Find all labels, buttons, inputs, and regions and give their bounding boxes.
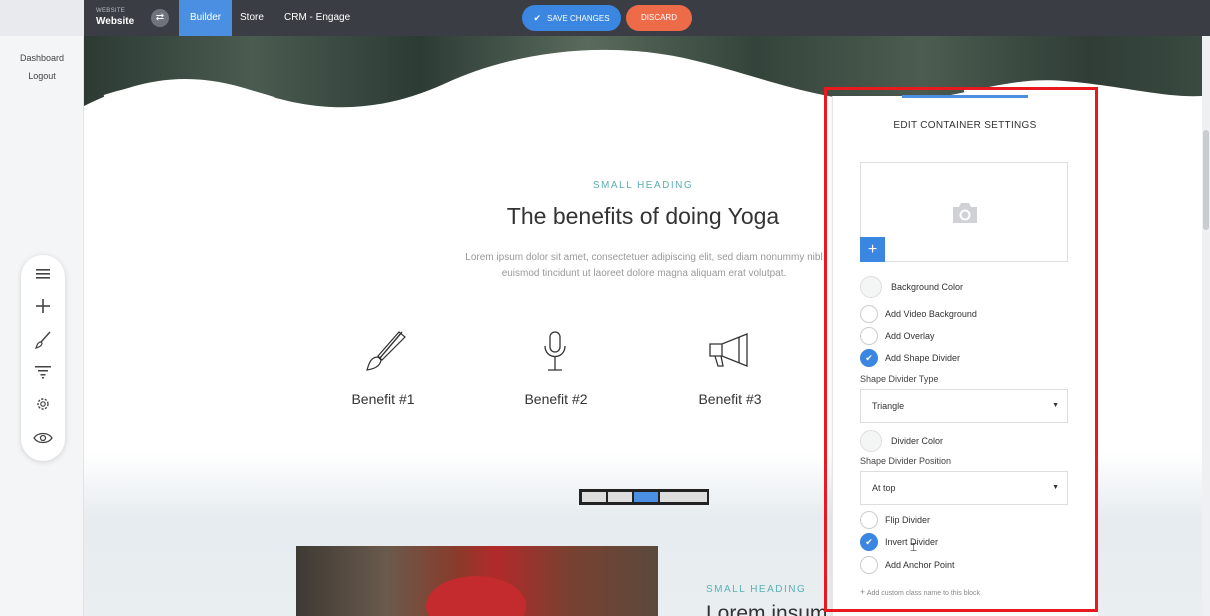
page-scrollbar[interactable] — [1202, 36, 1210, 616]
check-icon: ✔ — [533, 13, 541, 23]
caret-down-icon: ▼ — [1052, 402, 1059, 409]
gear-icon[interactable] — [21, 396, 65, 418]
discard-button[interactable]: DISCARD — [626, 5, 692, 31]
benefit-2-label: Benefit #2 — [524, 391, 588, 407]
anchor-point-checkbox[interactable] — [860, 556, 878, 574]
dashboard-link[interactable]: Dashboard — [0, 53, 84, 63]
overlay-label: Add Overlay — [885, 331, 935, 341]
add-class-label: Add custom class name to this block — [866, 590, 981, 597]
shape-divider-position-select[interactable]: At top ▼ — [860, 471, 1068, 505]
small-heading-2: SMALL HEADING — [706, 584, 807, 595]
mouse-cursor: ⌶ — [910, 540, 918, 554]
description-line-1: Lorem ipsum dolor sit amet, consectetuer… — [465, 252, 823, 263]
tab-store[interactable]: Store — [229, 0, 275, 36]
flip-divider-checkbox[interactable] — [860, 511, 878, 529]
background-color-swatch[interactable] — [860, 276, 882, 298]
shape-divider-type-label: Shape Divider Type — [860, 374, 939, 384]
menu-icon[interactable] — [21, 265, 65, 287]
shape-divider-label: Add Shape Divider — [885, 353, 961, 363]
shape-divider-type-value: Triangle — [872, 401, 905, 411]
tab-builder[interactable]: Builder — [179, 0, 233, 36]
yoga-photo — [296, 546, 658, 616]
add-image-button[interactable]: + — [860, 237, 885, 262]
layout-option-3[interactable] — [634, 492, 658, 502]
layout-option-2[interactable] — [608, 492, 632, 502]
add-custom-class-link[interactable]: + Add custom class name to this block — [860, 587, 980, 597]
shape-divider-position-label: Shape Divider Position — [860, 456, 952, 466]
plus-icon: + — [860, 587, 866, 597]
save-changes-button[interactable]: ✔ SAVE CHANGES — [522, 5, 621, 31]
section-description: Lorem ipsum dolor sit amet, consectetuer… — [429, 250, 859, 282]
microphone-icon — [544, 331, 566, 371]
plus-icon[interactable] — [21, 298, 65, 320]
filter-icon[interactable] — [21, 364, 65, 386]
paintbrush-icon — [366, 331, 406, 371]
video-background-label: Add Video Background — [885, 309, 977, 319]
section-heading-2: Lorem insum — [706, 602, 828, 616]
video-background-checkbox[interactable] — [860, 305, 878, 323]
shape-divider-type-select[interactable]: Triangle ▼ — [860, 389, 1068, 423]
divider-color-swatch[interactable] — [860, 430, 882, 452]
swap-icon[interactable]: ⇄ — [151, 9, 169, 27]
scrollbar-thumb[interactable] — [1203, 130, 1209, 230]
logout-link[interactable]: Logout — [0, 71, 84, 81]
layout-option-1[interactable] — [582, 492, 606, 502]
settings-active-tab-indicator — [902, 95, 1028, 98]
shape-divider-checkbox[interactable]: ✔ — [860, 349, 878, 367]
tab-crm-engage[interactable]: CRM - Engage — [273, 0, 361, 36]
settings-title: EDIT CONTAINER SETTINGS — [893, 120, 1037, 131]
description-line-2: euismod tincidunt ut laoreet dolore magn… — [501, 268, 787, 279]
invert-divider-checkbox[interactable]: ✔ — [860, 533, 878, 551]
overlay-checkbox[interactable] — [860, 327, 878, 345]
benefit-3-label: Benefit #3 — [698, 391, 762, 407]
shape-divider-position-value: At top — [872, 483, 896, 493]
layout-option-4[interactable] — [660, 492, 684, 502]
save-label: SAVE CHANGES — [547, 14, 610, 23]
divider-color-label: Divider Color — [891, 436, 944, 446]
layout-option-5[interactable] — [683, 492, 707, 502]
benefit-1-label: Benefit #1 — [351, 391, 415, 407]
layout-switcher[interactable] — [579, 489, 709, 505]
top-left-corner — [0, 0, 84, 36]
background-color-label: Background Color — [891, 282, 964, 292]
caret-down-icon: ▼ — [1052, 484, 1059, 491]
site-switcher[interactable]: WEBSITE Website ⇄ — [84, 0, 179, 36]
site-label-small: WEBSITE — [96, 8, 126, 14]
site-name: Website — [96, 16, 135, 27]
brush-icon[interactable] — [21, 331, 65, 353]
builder-toolbar — [21, 255, 65, 461]
eye-icon[interactable] — [21, 429, 65, 451]
megaphone-icon — [709, 333, 748, 367]
exercise-ball — [426, 576, 526, 616]
anchor-point-label: Add Anchor Point — [885, 560, 955, 570]
camera-icon — [953, 203, 977, 223]
flip-divider-label: Flip Divider — [885, 515, 931, 525]
